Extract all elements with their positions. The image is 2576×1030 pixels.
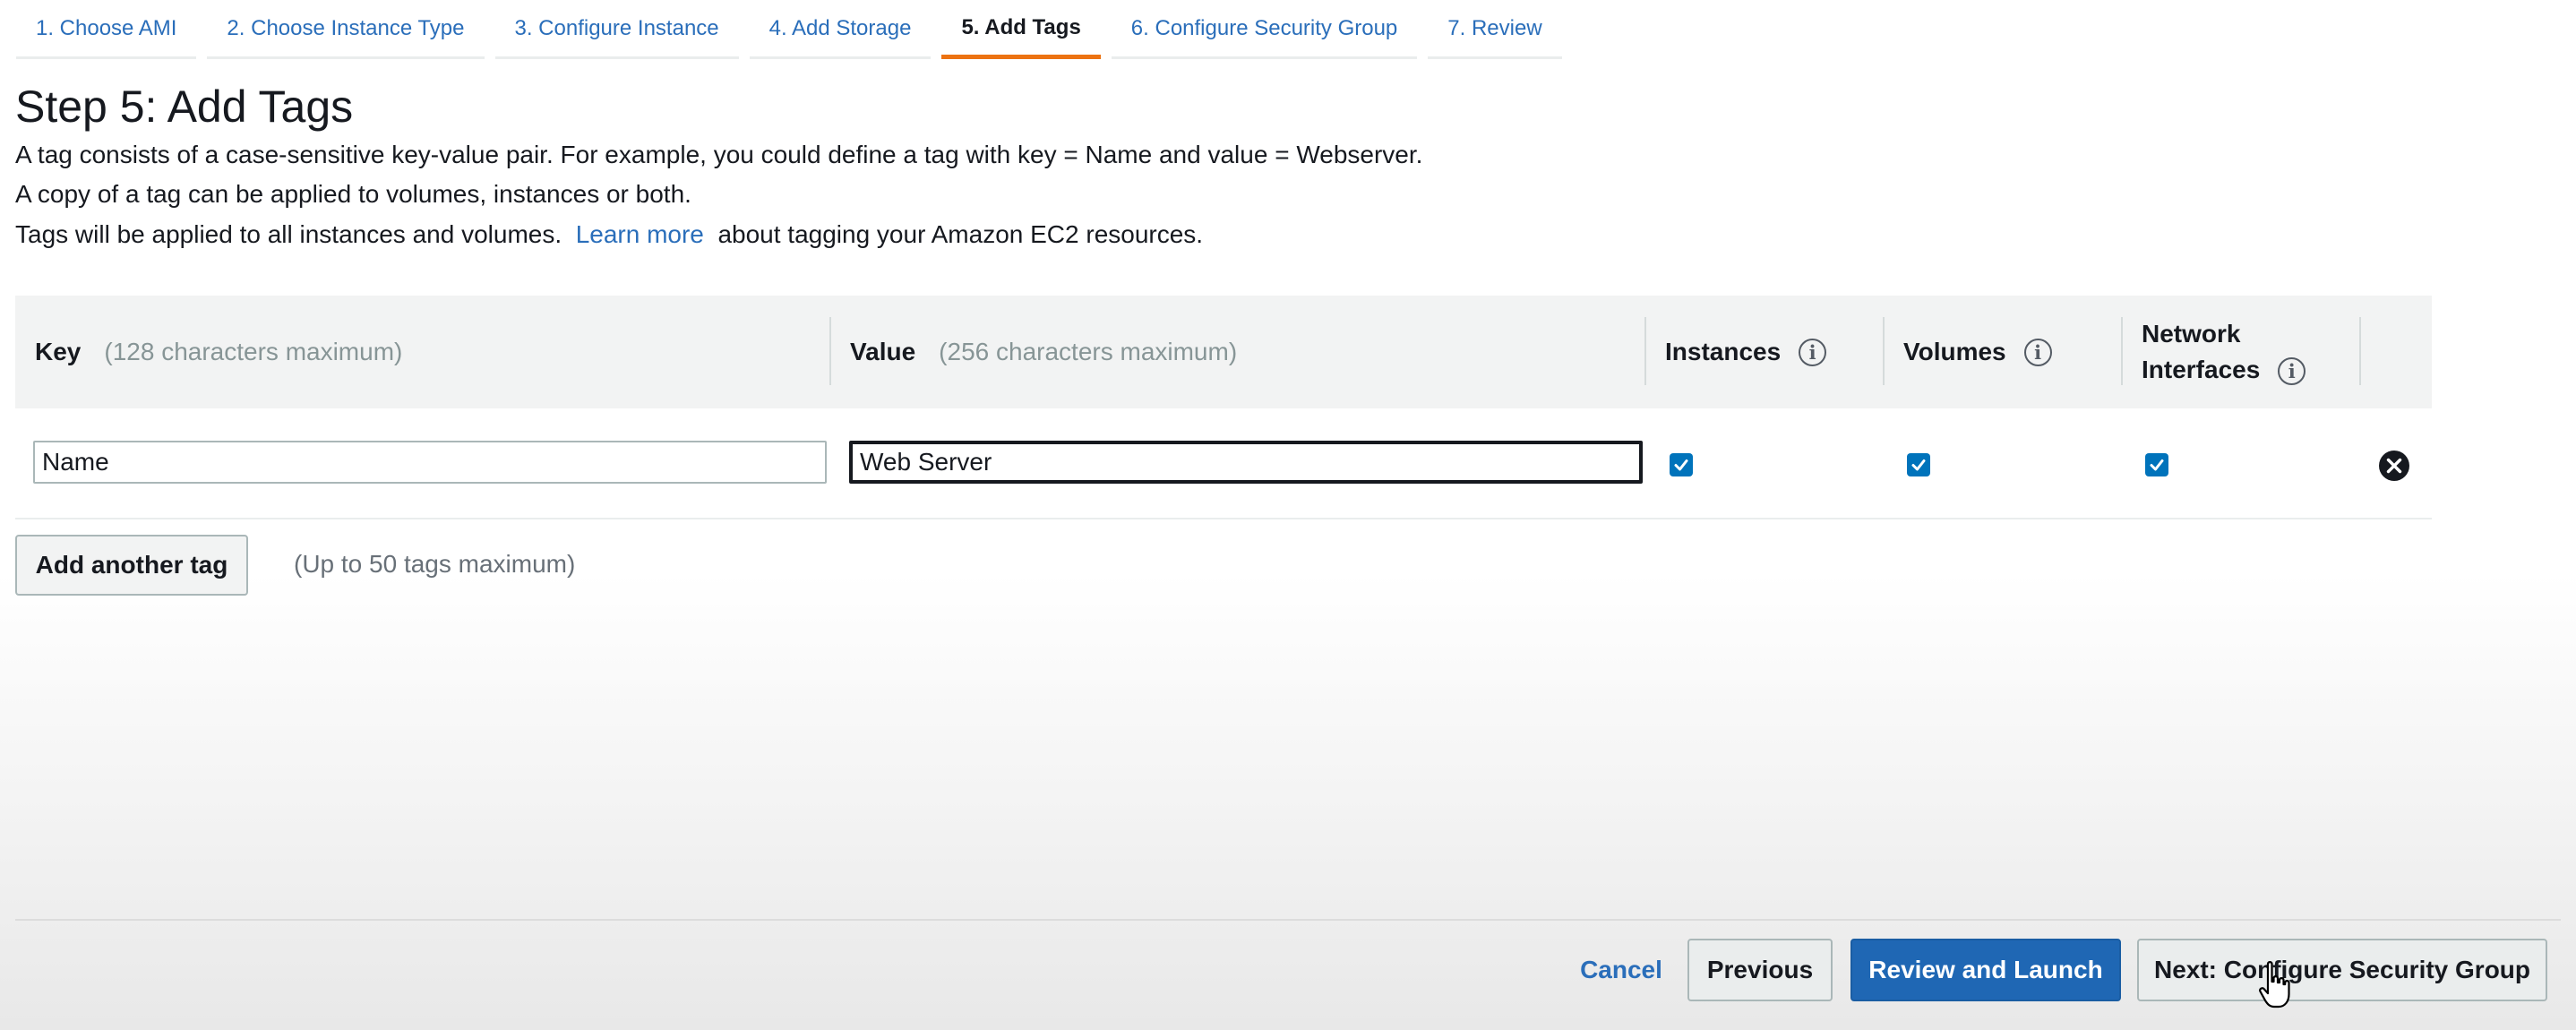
tags-limit-hint: (Up to 50 tags maximum) — [294, 550, 576, 578]
header-volumes: Volumes i — [1884, 296, 2122, 408]
checkbox-checked-icon — [2150, 459, 2164, 471]
volumes-checkbox[interactable] — [1907, 453, 1930, 476]
next-configure-security-group-button[interactable]: Next: Configure Security Group — [2137, 939, 2547, 1001]
tags-table-header: Key (128 characters maximum) Value (256 … — [15, 296, 2432, 408]
tags-table: Key (128 characters maximum) Value (256 … — [15, 296, 2432, 519]
instances-checkbox[interactable] — [1670, 453, 1693, 476]
header-network-line-1: Network — [2142, 320, 2241, 348]
info-icon[interactable]: i — [2023, 338, 2052, 366]
description-line-1: A tag consists of a case-sensitive key-v… — [15, 141, 1423, 168]
page-title: Step 5: Add Tags — [15, 82, 354, 132]
info-icon[interactable]: i — [2278, 357, 2306, 386]
header-value: Value (256 characters maximum) — [830, 296, 1645, 408]
step-choose-ami[interactable]: 1. Choose AMI — [16, 0, 197, 59]
add-another-tag-button[interactable]: Add another tag — [15, 535, 248, 596]
header-key: Key (128 characters maximum) — [15, 296, 830, 408]
step-configure-instance[interactable]: 3. Configure Instance — [494, 0, 739, 59]
header-value-label: Value — [850, 338, 916, 365]
header-volumes-label: Volumes — [1903, 338, 2006, 365]
step-add-storage[interactable]: 4. Add Storage — [749, 0, 932, 59]
tag-key-input[interactable] — [33, 441, 827, 484]
header-value-hint: (256 characters maximum) — [939, 338, 1238, 365]
header-instances-label: Instances — [1665, 338, 1782, 365]
step-choose-instance-type[interactable]: 2. Choose Instance Type — [207, 0, 485, 59]
review-and-launch-button[interactable]: Review and Launch — [1850, 939, 2121, 1001]
header-network-interfaces-label: Network Interfaces i — [2142, 316, 2306, 388]
table-row — [15, 408, 2432, 519]
step-review[interactable]: 7. Review — [1428, 0, 1562, 59]
description-line-3-suffix: about tagging your Amazon EC2 resources. — [717, 220, 1204, 248]
header-network-line-2: Interfaces — [2142, 356, 2261, 383]
previous-button[interactable]: Previous — [1687, 939, 1833, 1001]
info-icon[interactable]: i — [1799, 338, 1827, 366]
step-configure-security-group[interactable]: 6. Configure Security Group — [1111, 0, 1418, 59]
step-add-tags[interactable]: 5. Add Tags — [941, 0, 1101, 59]
network-interfaces-checkbox[interactable] — [2145, 453, 2168, 476]
tag-value-input[interactable] — [849, 441, 1643, 484]
header-key-label: Key — [35, 338, 82, 365]
column-divider — [2359, 317, 2361, 385]
description-line-2: A copy of a tag can be applied to volume… — [15, 180, 691, 208]
remove-tag-icon[interactable] — [2378, 450, 2410, 482]
header-instances: Instances i — [1645, 296, 1884, 408]
description-line-3: Tags will be applied to all instances an… — [15, 220, 1203, 249]
checkbox-checked-icon — [1911, 459, 1926, 471]
learn-more-link[interactable]: Learn more — [576, 220, 704, 248]
header-key-hint: (128 characters maximum) — [104, 338, 403, 365]
description-line-3-prefix: Tags will be applied to all instances an… — [15, 220, 562, 248]
wizard-steps: 1. Choose AMI 2. Choose Instance Type 3.… — [16, 0, 1573, 61]
cancel-button[interactable]: Cancel — [1563, 939, 1679, 1001]
checkbox-checked-icon — [1674, 459, 1688, 471]
footer-divider — [15, 919, 2561, 921]
header-network-interfaces: Network Interfaces i — [2122, 296, 2360, 408]
